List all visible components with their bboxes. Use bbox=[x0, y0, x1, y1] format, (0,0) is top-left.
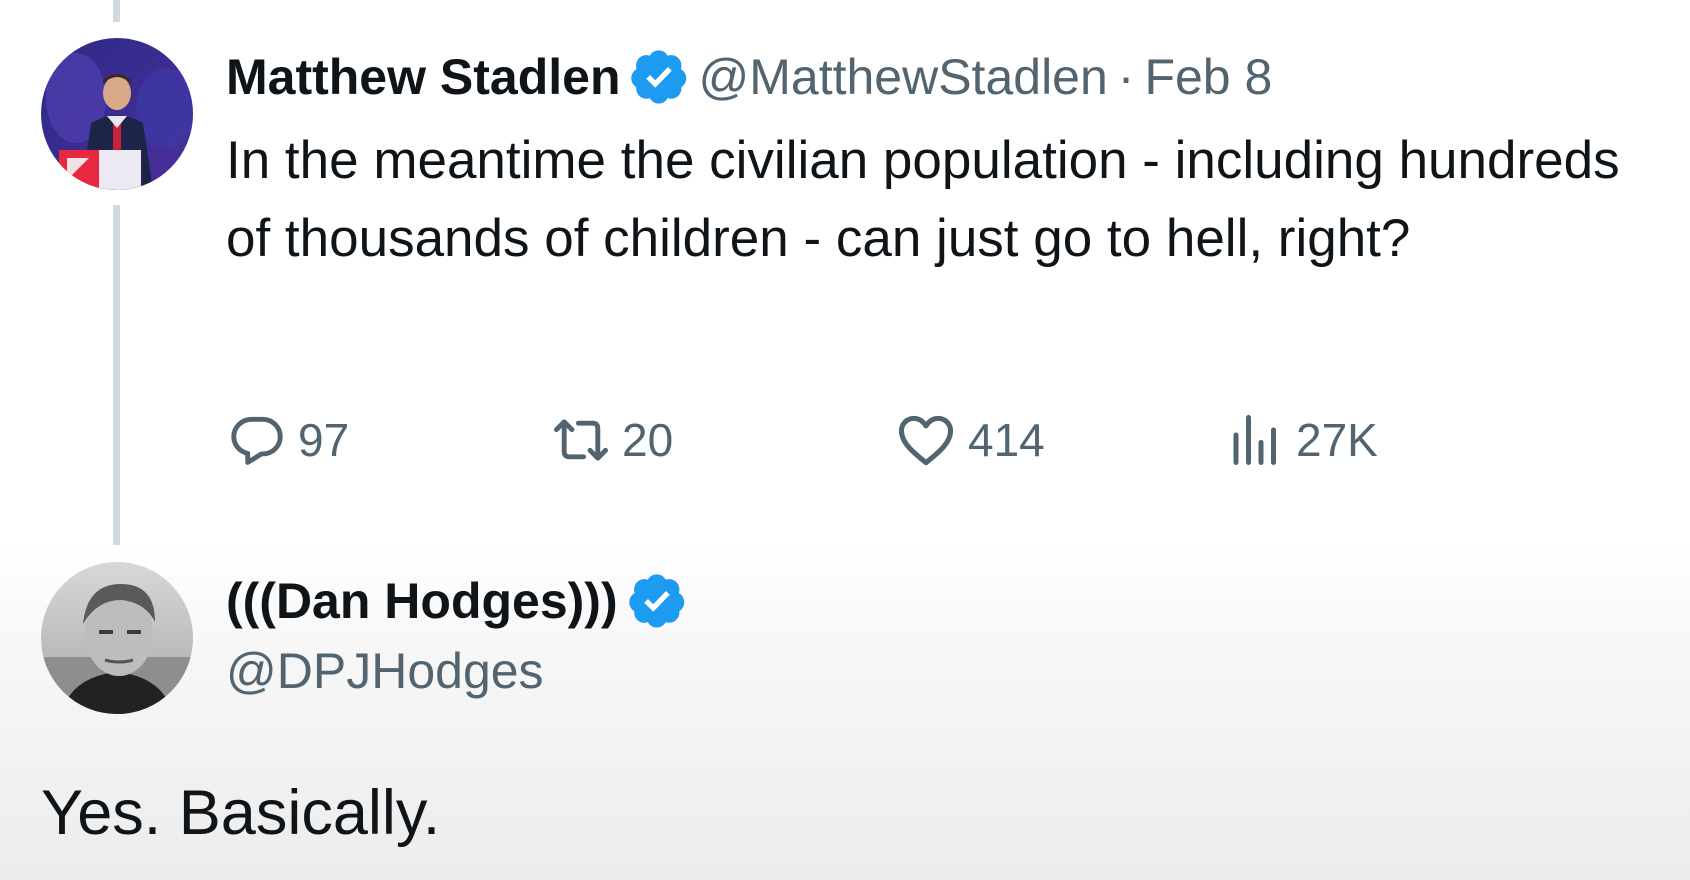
retweet-count: 20 bbox=[622, 414, 674, 466]
reply-count: 97 bbox=[298, 414, 350, 466]
thread-connector-top bbox=[113, 0, 120, 22]
reply-bubble-icon bbox=[231, 416, 283, 465]
heart-icon bbox=[898, 415, 954, 466]
like-button[interactable]: 414 bbox=[894, 400, 1045, 480]
reply-button[interactable]: 97 bbox=[226, 400, 349, 480]
reply-header: (((Dan Hodges))) bbox=[226, 566, 696, 636]
verified-badge-icon bbox=[628, 574, 684, 628]
retweet-icon bbox=[554, 419, 608, 461]
reply-author-name[interactable]: (((Dan Hodges))) bbox=[226, 572, 618, 630]
header-separator: · bbox=[1117, 49, 1135, 105]
views-count: 27K bbox=[1296, 414, 1378, 466]
tweet-text: In the meantime the civilian population … bbox=[226, 131, 1620, 268]
reply-text: Yes. Basically. bbox=[41, 778, 441, 848]
tweet-date[interactable]: Feb 8 bbox=[1144, 48, 1272, 106]
thread-connector bbox=[113, 205, 120, 545]
author-handle[interactable]: @MatthewStadlen bbox=[698, 48, 1107, 106]
matthew-stadlen-avatar[interactable] bbox=[41, 38, 193, 190]
views-bar-chart-icon bbox=[1233, 415, 1276, 465]
retweet-button[interactable]: 20 bbox=[550, 400, 673, 480]
dan-hodges-avatar[interactable] bbox=[41, 562, 193, 714]
verified-badge-icon bbox=[631, 50, 687, 104]
tweet-actions: 97 20 414 27K bbox=[226, 400, 1426, 480]
views-button[interactable]: 27K bbox=[1226, 400, 1378, 480]
reply-author-handle[interactable]: @DPJHodges bbox=[226, 642, 544, 700]
like-count: 414 bbox=[968, 414, 1045, 466]
author-name[interactable]: Matthew Stadlen bbox=[226, 48, 620, 106]
tweet-header: Matthew Stadlen @MatthewStadlen · Feb 8 bbox=[226, 42, 1272, 112]
